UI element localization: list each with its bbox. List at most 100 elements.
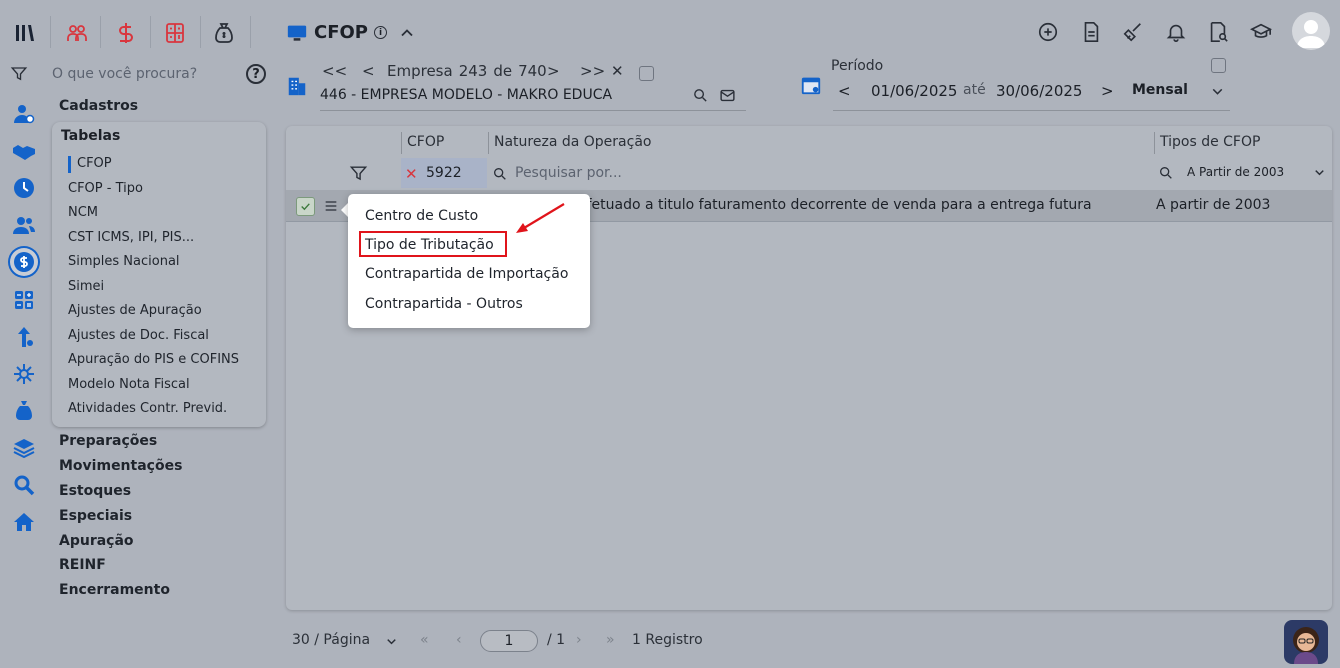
column-header-cfop[interactable]: CFOP [407, 134, 444, 150]
page-size-select[interactable]: 30 / Página [292, 632, 370, 648]
home-icon[interactable] [10, 508, 38, 536]
menu-apuracao[interactable]: Apuração [59, 533, 134, 549]
company-counter-total: 740 [518, 62, 547, 80]
money-bag-module-icon[interactable] [209, 18, 239, 48]
layers-icon[interactable] [10, 434, 38, 462]
tipos-filter-select[interactable]: A Partir de 2003 [1187, 165, 1284, 179]
company-underline [320, 110, 746, 111]
search-icon[interactable] [692, 87, 709, 108]
tabelas-item-pis-cofins[interactable]: Apuração do PIS e COFINS [68, 352, 239, 367]
periodo-label: Período [831, 58, 884, 74]
user-settings-icon[interactable] [10, 100, 38, 128]
tabelas-item-simples[interactable]: Simples Nacional [68, 254, 180, 269]
chevron-down-icon[interactable] [1209, 83, 1226, 104]
prev-period-button[interactable]: < [838, 82, 851, 100]
tabelas-item-ajustes-doc[interactable]: Ajustes de Doc. Fiscal [68, 328, 209, 343]
menu-item-centro-de-custo[interactable]: Centro de Custo [365, 208, 478, 224]
menu-movimentacoes[interactable]: Movimentações [59, 458, 182, 474]
period-type-select[interactable]: Mensal [1132, 82, 1188, 98]
first-page-button[interactable]: « [420, 632, 429, 648]
chevron-up-icon[interactable] [397, 23, 417, 43]
next-page-button[interactable]: › [576, 632, 582, 648]
tabelas-item-atividades[interactable]: Atividades Contr. Previd. [68, 401, 227, 416]
page-title: CFOP i [314, 22, 417, 43]
last-page-button[interactable]: » [606, 632, 615, 648]
tabelas-item-cfop-tipo[interactable]: CFOP - Tipo [68, 181, 143, 196]
company-counter-of: de [493, 62, 513, 80]
menu-encerramento[interactable]: Encerramento [59, 582, 170, 598]
chevron-down-icon[interactable] [384, 634, 399, 653]
clock-icon[interactable] [10, 174, 38, 202]
mail-icon[interactable] [719, 87, 736, 108]
row-tipo: A partir de 2003 [1156, 197, 1271, 213]
next-company-button[interactable]: > [547, 62, 560, 80]
graduation-cap-icon[interactable] [1249, 20, 1273, 44]
broom-icon[interactable] [1121, 20, 1145, 44]
period-end[interactable]: 30/06/2025 [996, 82, 1082, 100]
money-bag-icon[interactable] [10, 397, 38, 425]
active-indicator [68, 156, 71, 173]
tabelas-item-ncm[interactable]: NCM [68, 205, 98, 220]
prev-company-button[interactable]: < [362, 62, 375, 80]
row-checkbox[interactable] [296, 197, 315, 216]
period-start[interactable]: 01/06/2025 [871, 82, 957, 100]
last-company-button[interactable]: >> [580, 62, 605, 80]
row-menu-icon[interactable] [323, 198, 339, 218]
tabelas-item-cst[interactable]: CST ICMS, IPI, PIS... [68, 230, 194, 245]
filter-icon[interactable] [349, 164, 368, 187]
prev-page-button[interactable]: ‹ [456, 632, 462, 648]
chevron-down-icon[interactable] [1312, 165, 1327, 184]
assistant-avatar[interactable] [1284, 620, 1328, 664]
tabelas-item-ajustes-apuracao[interactable]: Ajustes de Apuração [68, 303, 202, 318]
menu-item-contrapartida-outros[interactable]: Contrapartida - Outros [365, 296, 523, 312]
menu-reinf[interactable]: REINF [59, 557, 106, 573]
filter-icon [10, 67, 28, 81]
app-logo[interactable] [10, 18, 40, 48]
column-header-natureza[interactable]: Natureza da Operação [494, 134, 651, 150]
handshake-icon[interactable] [10, 137, 38, 165]
dollar-module-icon[interactable] [111, 18, 141, 48]
cfop-filter-value[interactable]: 5922 [426, 165, 462, 181]
document-icon[interactable] [1079, 20, 1103, 44]
menu-estoques[interactable]: Estoques [59, 483, 131, 499]
menu-cadastros[interactable]: Cadastros [59, 98, 138, 114]
growth-icon[interactable] [10, 323, 38, 351]
network-icon[interactable] [10, 360, 38, 388]
tabelas-item-cfop[interactable]: CFOP [77, 156, 112, 171]
natureza-search-input[interactable]: Pesquisar por... [515, 165, 622, 181]
clear-filter-icon[interactable]: ✕ [405, 165, 418, 183]
close-icon[interactable]: ✕ [611, 62, 624, 80]
search-icon [1158, 165, 1174, 185]
row-natureza: efetuado a titulo faturamento decorrente… [578, 197, 1092, 213]
company-counter-prefix: Empresa [387, 62, 453, 80]
sidebar-search-placeholder: O que você procura? [52, 66, 198, 82]
total-pages: / 1 [547, 632, 566, 648]
add-icon[interactable] [1036, 20, 1060, 44]
people-module-icon[interactable] [62, 18, 92, 48]
calculator-icon[interactable] [10, 286, 38, 314]
sidebar-search[interactable]: O que você procura? [10, 62, 270, 86]
tabelas-item-modelo-nf[interactable]: Modelo Nota Fiscal [68, 377, 190, 392]
dollar-circle-icon[interactable] [10, 248, 38, 276]
first-company-button[interactable]: << [322, 62, 347, 80]
menu-item-contrapartida-importacao[interactable]: Contrapartida de Importação [365, 266, 568, 282]
company-checkbox[interactable] [639, 66, 654, 81]
search-icon[interactable] [10, 471, 38, 499]
period-checkbox[interactable] [1211, 58, 1226, 73]
column-header-tipos[interactable]: Tipos de CFOP [1160, 134, 1260, 150]
page-input[interactable]: 1 [480, 630, 538, 652]
search-icon [492, 166, 508, 186]
next-period-button[interactable]: > [1101, 82, 1114, 100]
calculator-module-icon[interactable] [160, 18, 190, 48]
menu-especiais[interactable]: Especiais [59, 508, 132, 524]
tabelas-item-simei[interactable]: Simei [68, 279, 104, 294]
info-icon[interactable]: i [374, 26, 387, 39]
report-search-icon[interactable] [1206, 20, 1230, 44]
user-avatar[interactable] [1292, 12, 1330, 50]
company-counter: Empresa 243 de 740 [387, 62, 547, 80]
menu-preparacoes[interactable]: Preparações [59, 433, 157, 449]
users-icon[interactable] [10, 211, 38, 239]
bell-icon[interactable] [1164, 20, 1188, 44]
menu-tabelas[interactable]: Tabelas [61, 128, 120, 144]
help-icon[interactable]: ? [246, 64, 266, 84]
